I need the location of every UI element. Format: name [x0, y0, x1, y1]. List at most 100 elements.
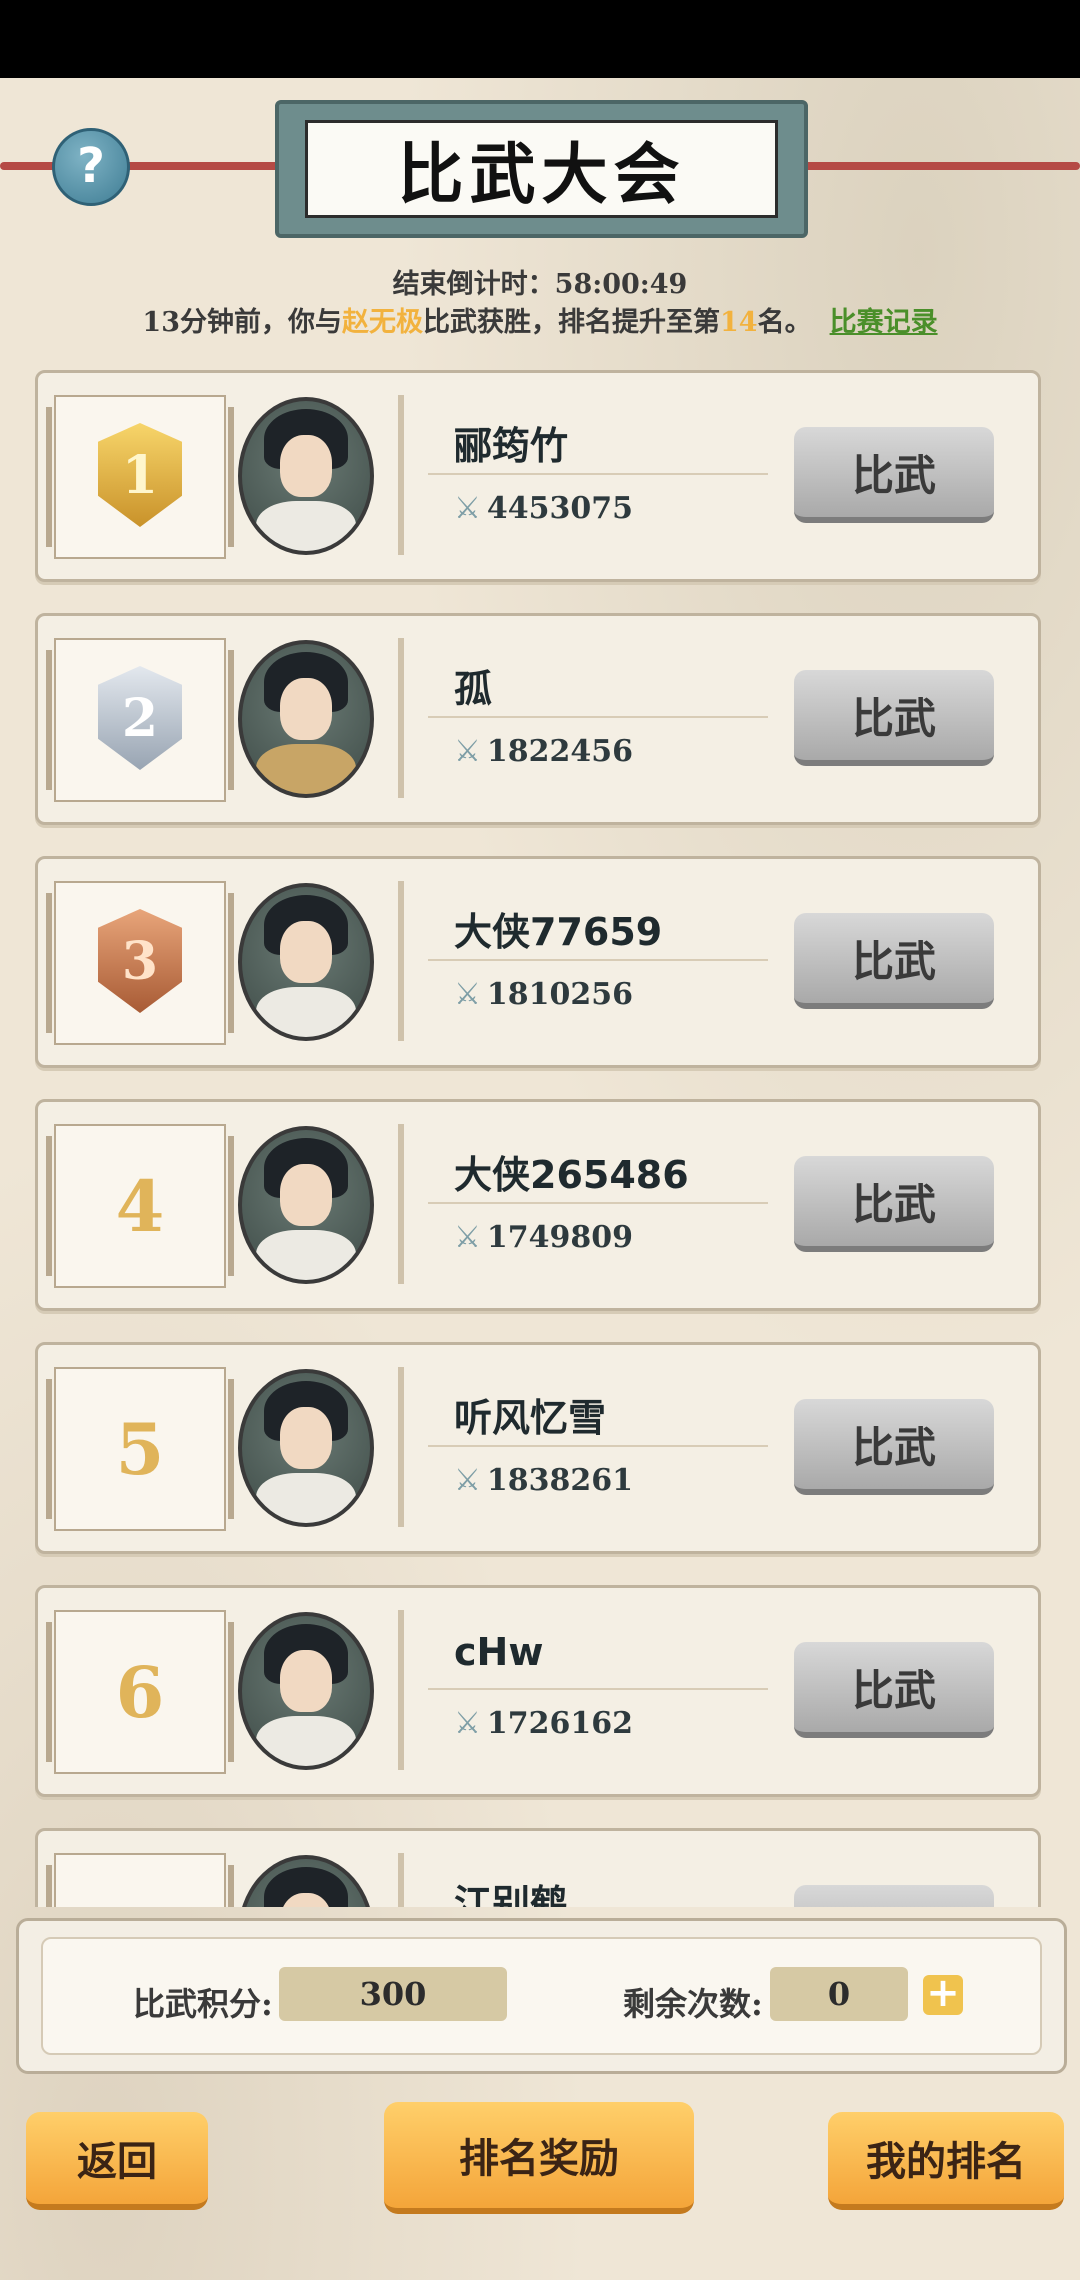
- avatar[interactable]: [238, 640, 374, 798]
- power-row: ⚔ 1749809: [454, 1220, 633, 1255]
- help-icon: ?: [77, 138, 105, 194]
- rank-badge: 6: [46, 1610, 234, 1774]
- rank-badge: 4: [46, 1124, 234, 1288]
- rank-number: 6: [115, 1650, 165, 1734]
- rank-number: 7: [56, 1855, 224, 1908]
- combat-power: 1726162: [486, 1706, 634, 1741]
- divider: [428, 1202, 768, 1204]
- points-value: 300: [279, 1967, 507, 2021]
- battle-notice: 13分钟前，你与赵无极比武获胜，排名提升至第14名。 比赛记录: [0, 300, 1080, 339]
- player-name: cHw: [454, 1630, 544, 1674]
- divider: [428, 473, 768, 475]
- new-rank: 14: [720, 307, 758, 338]
- points-label: 比武积分:: [133, 1985, 273, 2023]
- combat-power: 4453075: [486, 491, 634, 526]
- avatar[interactable]: [238, 883, 374, 1041]
- bronze-medal-icon: 3: [98, 909, 182, 1013]
- my-ranking-button[interactable]: 我的排名: [828, 2112, 1064, 2210]
- player-name: 江别鹤: [454, 1882, 569, 1907]
- score-panel-inner: 比武积分: 300 剩余次数: 0 +: [41, 1937, 1042, 2055]
- ranking-list[interactable]: 1 郦筠竹 ⚔ 4453075 比武 2 孤 ⚔ 1822456 比武 3 大侠…: [0, 365, 1080, 1907]
- back-button[interactable]: 返回: [26, 2112, 208, 2210]
- ranking-row: 2 孤 ⚔ 1822456 比武: [35, 613, 1041, 825]
- add-attempts-plus-icon[interactable]: +: [923, 1973, 963, 2015]
- combat-power: 1838261: [486, 1463, 634, 1498]
- avatar[interactable]: [238, 397, 374, 555]
- countdown: 结束倒计时：58:00:49: [0, 262, 1080, 301]
- ranking-row: 6 cHw ⚔ 1726162 比武: [35, 1585, 1041, 1797]
- power-row: ⚔ 1822456: [454, 734, 633, 769]
- challenge-button[interactable]: 比武: [794, 1642, 994, 1738]
- player-info: 郦筠竹 ⚔ 4453075 比武: [398, 395, 1024, 555]
- combat-power: 1810256: [486, 977, 634, 1012]
- challenge-button[interactable]: 比武: [794, 670, 994, 766]
- page-title: 比武大会: [305, 120, 778, 218]
- divider: [428, 1688, 768, 1690]
- power-row: ⚔ 1810256: [454, 977, 633, 1012]
- rank-number: 4: [115, 1164, 165, 1248]
- match-record-link[interactable]: 比赛记录: [830, 307, 938, 338]
- divider: [428, 1445, 768, 1447]
- ranking-row: 7 江别鹤 比武: [35, 1828, 1041, 1907]
- crossed-swords-icon: ⚔: [454, 1463, 481, 1498]
- ranking-row: 1 郦筠竹 ⚔ 4453075 比武: [35, 370, 1041, 582]
- divider: [428, 959, 768, 961]
- rank-badge: 2: [46, 638, 234, 802]
- score-panel: 比武积分: 300 剩余次数: 0 +: [16, 1918, 1067, 2074]
- rank-badge: 7: [46, 1853, 234, 1908]
- silver-medal-icon: 2: [98, 666, 182, 770]
- rank-badge: 3: [46, 881, 234, 1045]
- remaining-label: 剩余次数:: [623, 1985, 763, 2023]
- rope-decoration: [0, 162, 290, 170]
- gold-medal-icon: 1: [98, 423, 182, 527]
- player-name: 大侠265486: [454, 1153, 689, 1197]
- crossed-swords-icon: ⚔: [454, 491, 481, 526]
- avatar[interactable]: [238, 1126, 374, 1284]
- challenge-button[interactable]: 比武: [794, 1885, 994, 1907]
- rank-badge: 5: [46, 1367, 234, 1531]
- challenge-button[interactable]: 比武: [794, 913, 994, 1009]
- opponent-name: 赵无极: [342, 307, 423, 338]
- player-name: 郦筠竹: [454, 424, 569, 468]
- ranking-rewards-button[interactable]: 排名奖励: [384, 2102, 694, 2214]
- player-info: cHw ⚔ 1726162 比武: [398, 1610, 1024, 1770]
- ranking-row: 3 大侠77659 ⚔ 1810256 比武: [35, 856, 1041, 1068]
- crossed-swords-icon: ⚔: [454, 1706, 481, 1741]
- avatar[interactable]: [238, 1612, 374, 1770]
- player-info: 听风忆雪 ⚔ 1838261 比武: [398, 1367, 1024, 1527]
- rope-decoration: [780, 162, 1080, 170]
- rank-badge: 1: [46, 395, 234, 559]
- player-name: 孤: [454, 667, 493, 711]
- crossed-swords-icon: ⚔: [454, 734, 481, 769]
- rank-number: 5: [115, 1407, 165, 1491]
- player-info: 大侠265486 ⚔ 1749809 比武: [398, 1124, 1024, 1284]
- avatar[interactable]: [238, 1369, 374, 1527]
- remaining-value: 0: [770, 1967, 908, 2021]
- challenge-button[interactable]: 比武: [794, 427, 994, 523]
- player-info: 大侠77659 ⚔ 1810256 比武: [398, 881, 1024, 1041]
- crossed-swords-icon: ⚔: [454, 1220, 481, 1255]
- divider: [428, 716, 768, 718]
- avatar[interactable]: [238, 1855, 374, 1907]
- crossed-swords-icon: ⚔: [454, 977, 481, 1012]
- notice-text: 名。: [757, 307, 812, 338]
- challenge-button[interactable]: 比武: [794, 1156, 994, 1252]
- status-bar: [0, 0, 1080, 78]
- challenge-button[interactable]: 比武: [794, 1399, 994, 1495]
- ranking-row: 5 听风忆雪 ⚔ 1838261 比武: [35, 1342, 1041, 1554]
- power-row: ⚔ 1838261: [454, 1463, 633, 1498]
- power-row: ⚔ 1726162: [454, 1706, 633, 1741]
- combat-power: 1749809: [486, 1220, 634, 1255]
- combat-power: 1822456: [486, 734, 634, 769]
- notice-text: 13分钟前，你与: [142, 307, 342, 338]
- countdown-label: 结束倒计时：: [392, 269, 555, 300]
- countdown-value: 58:00:49: [554, 269, 688, 300]
- player-name: 大侠77659: [454, 910, 663, 954]
- title-plaque: 比武大会: [275, 100, 808, 238]
- ranking-row: 4 大侠265486 ⚔ 1749809 比武: [35, 1099, 1041, 1311]
- help-button[interactable]: ?: [52, 128, 130, 206]
- player-info: 孤 ⚔ 1822456 比武: [398, 638, 1024, 798]
- player-name: 听风忆雪: [454, 1396, 607, 1440]
- power-row: ⚔ 4453075: [454, 491, 633, 526]
- notice-text: 比武获胜，排名提升至第: [423, 307, 720, 338]
